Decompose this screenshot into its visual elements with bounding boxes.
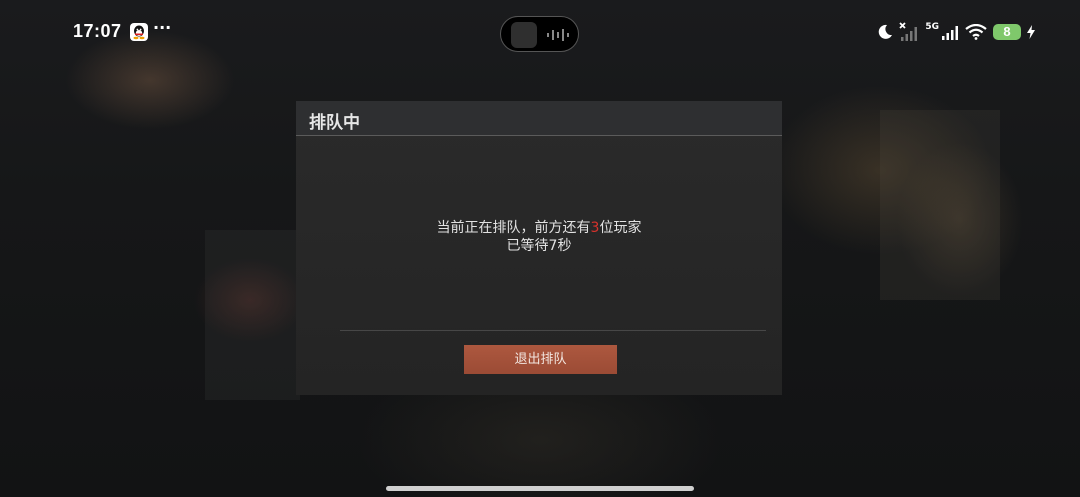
queue-dialog: 排队中 当前正在排队，前方还有3位玩家 已等待7秒 退出排队 [296, 101, 782, 395]
more-notifications-icon: ··· [153, 18, 172, 37]
queue-status-suffix: 位玩家 [599, 220, 642, 236]
dialog-divider [340, 330, 766, 331]
wait-time-line: 已等待7秒 [296, 237, 782, 255]
status-bar: 17:07 ··· 5G 8 [0, 0, 1080, 66]
battery-icon: 8 [993, 24, 1021, 40]
queue-status-line: 当前正在排队，前方还有3位玩家 [296, 219, 782, 237]
queue-message: 当前正在排队，前方还有3位玩家 已等待7秒 [296, 219, 782, 255]
quit-queue-button[interactable]: 退出排队 [464, 345, 617, 374]
background-panel-left [205, 230, 300, 400]
wait-time-suffix: 秒 [557, 238, 572, 254]
network-type-label: 5G [925, 22, 939, 32]
status-icons: 5G 8 [877, 21, 1035, 43]
status-time: 17:07 [73, 21, 122, 41]
cellular-5g-signal-icon [942, 26, 958, 40]
home-indicator[interactable] [386, 486, 694, 491]
background-panel-right [880, 110, 1000, 300]
do-not-disturb-icon [879, 24, 893, 39]
wait-time-prefix: 已等待 [506, 238, 549, 254]
queue-status-prefix: 当前正在排队，前方还有 [436, 220, 591, 236]
audio-wave-icon [547, 29, 569, 41]
island-thumbnail [511, 22, 537, 48]
dialog-title: 排队中 [309, 113, 360, 133]
qq-icon [130, 23, 148, 41]
wifi-icon [965, 24, 987, 40]
cellular-no-signal-icon [899, 22, 918, 41]
dynamic-island[interactable] [500, 16, 579, 52]
dialog-header: 排队中 [296, 101, 782, 136]
charging-icon [1027, 25, 1035, 39]
screen: 17:07 ··· 5G 8 排队中 当前正在排队，前方还有3位玩家 已等待7秒… [0, 0, 1080, 497]
